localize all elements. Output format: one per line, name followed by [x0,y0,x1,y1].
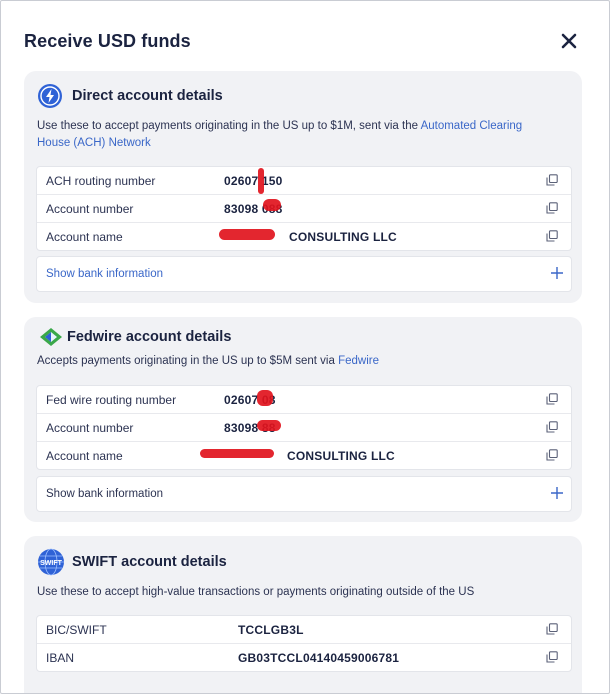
show-bank-info-label: Show bank information [46,488,163,500]
redaction-mark [257,390,273,406]
table-row: Account number 83098 088 [37,195,571,223]
table-row: Account name CONSULTING LLC [37,223,571,250]
table-row: IBAN GB03TCCL04140459006781 [37,644,571,671]
fedwire-description-text: Accepts payments originating in the US u… [37,355,339,367]
account-name-label: Account name [46,448,123,463]
copy-icon[interactable] [546,651,558,663]
copy-icon[interactable] [546,421,558,433]
redaction-mark [258,168,264,194]
swift-account-card: SWIFT SWIFT account details Use these to… [24,536,582,693]
receive-funds-modal: Receive USD funds Direct account details… [0,0,610,694]
show-bank-info-fedwire[interactable]: Show bank information [36,476,572,512]
direct-description: Use these to accept payments originating… [37,118,557,152]
plus-icon [551,487,563,499]
redaction-mark [257,420,281,431]
fedwire-description: Accepts payments originating in the US u… [37,353,557,370]
direct-account-card: Direct account details Use these to acce… [24,71,582,303]
fedwire-details-table: Fed wire routing number 02607 08 Account… [36,385,572,470]
table-row: Account number 83098 88 [37,414,571,442]
swift-globe-icon: SWIFT [38,548,64,576]
redaction-mark [219,229,275,240]
redaction-mark [263,199,281,211]
redaction-mark [200,449,274,458]
iban-value: GB03TCCL04140459006781 [238,650,400,665]
direct-card-title: Direct account details [72,88,223,104]
modal-title: Receive USD funds [24,31,191,51]
direct-details-table: ACH routing number 02607 150 Account num… [36,166,572,251]
close-icon [561,33,577,49]
close-button[interactable] [557,29,581,53]
table-row: Account name CONSULTING LLC [37,442,571,469]
swift-description: Use these to accept high-value transacti… [37,586,475,598]
bic-swift-label: BIC/SWIFT [46,622,107,637]
copy-icon[interactable] [546,623,558,635]
swift-logo-text: SWIFT [40,560,62,567]
fedwire-logo-icon [40,328,62,346]
account-name-value: CONSULTING LLC [287,448,395,463]
copy-icon[interactable] [546,393,558,405]
lightning-bolt-icon [38,84,62,108]
copy-icon[interactable] [546,449,558,461]
fedwire-link[interactable]: Fedwire [338,355,379,367]
fedwire-routing-label: Fed wire routing number [46,392,177,407]
bic-swift-value: TCCLGB3L [238,622,304,637]
ach-routing-label: ACH routing number [46,173,156,188]
show-bank-info-label: Show bank information [46,268,163,280]
copy-icon[interactable] [546,230,558,242]
swift-card-title: SWIFT account details [72,554,227,570]
fedwire-account-card: Fedwire account details Accepts payments… [24,317,582,522]
account-number-label: Account number [46,420,134,435]
ach-routing-value: 02607 150 [224,173,283,188]
swift-details-table: BIC/SWIFT TCCLGB3L IBAN GB03TCCL04140459… [36,615,572,672]
account-number-label: Account number [46,201,134,216]
table-row: BIC/SWIFT TCCLGB3L [37,616,571,644]
account-name-label: Account name [46,229,123,244]
show-bank-info-direct[interactable]: Show bank information [36,256,572,292]
iban-label: IBAN [46,650,75,665]
direct-description-text: Use these to accept payments originating… [37,120,421,132]
table-row: ACH routing number 02607 150 [37,167,571,195]
copy-icon[interactable] [546,202,558,214]
fedwire-card-title: Fedwire account details [67,329,232,345]
copy-icon[interactable] [546,174,558,186]
plus-icon [551,267,563,279]
table-row: Fed wire routing number 02607 08 [37,386,571,414]
account-name-value: CONSULTING LLC [289,229,397,244]
